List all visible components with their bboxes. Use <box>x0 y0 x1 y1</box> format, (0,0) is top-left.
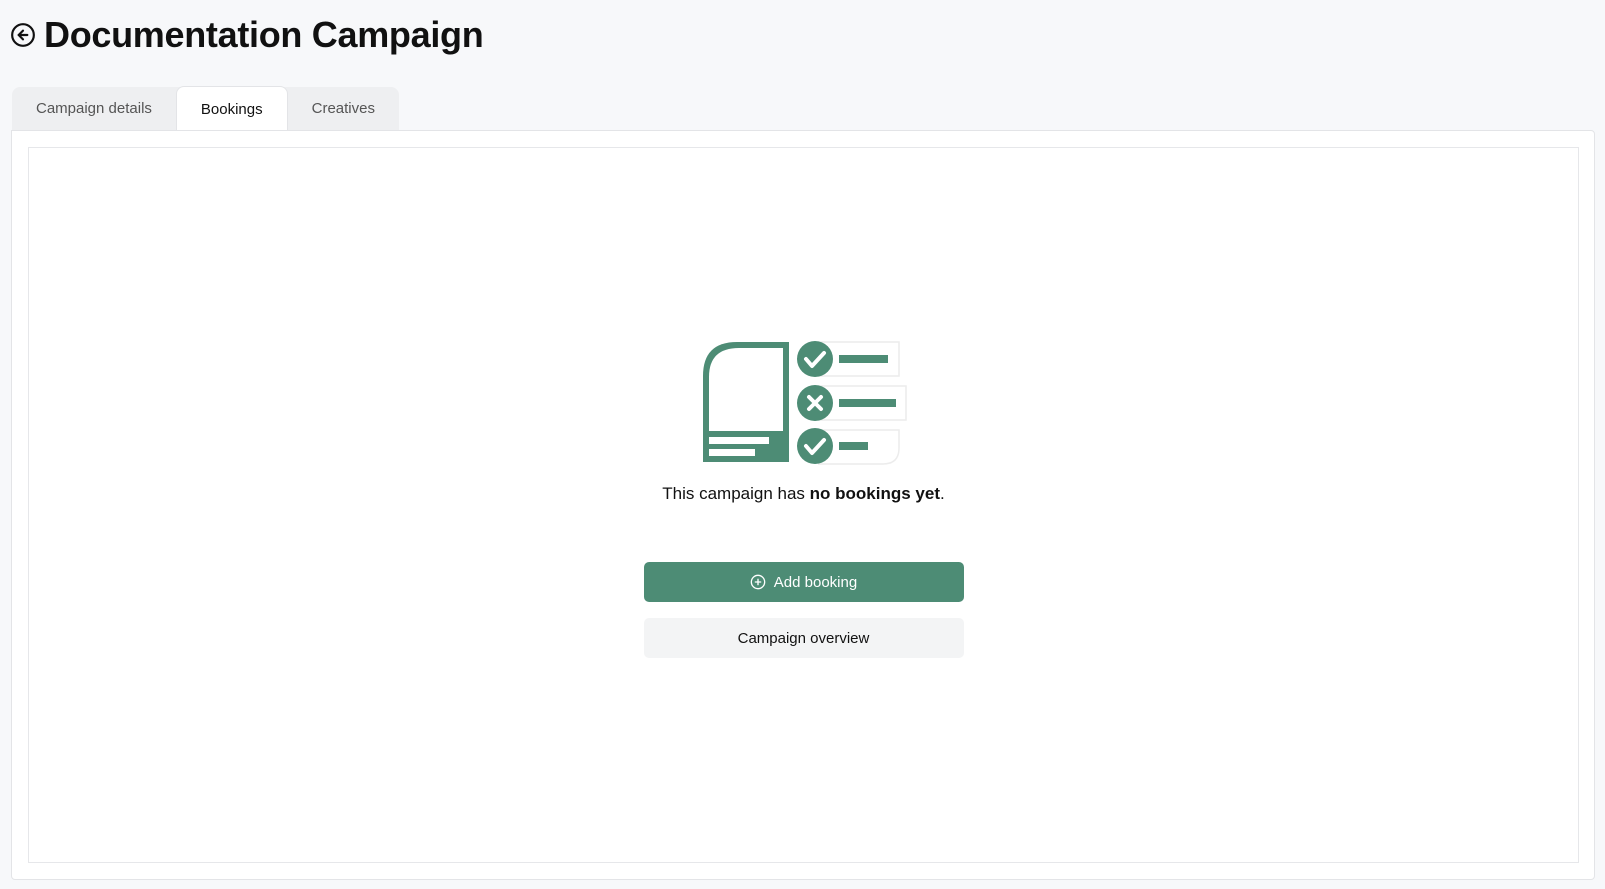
page-header: Documentation Campaign <box>10 12 484 58</box>
empty-message-bold: no bookings yet <box>809 484 940 503</box>
tab-bar: Campaign details Bookings Creatives <box>12 86 399 132</box>
tab-creatives[interactable]: Creatives <box>288 87 399 131</box>
empty-message: This campaign has no bookings yet. <box>662 484 944 504</box>
tab-content-panel: This campaign has no bookings yet. Add b… <box>11 130 1595 880</box>
add-booking-label: Add booking <box>773 573 858 591</box>
empty-message-prefix: This campaign has <box>662 484 810 503</box>
plus-circle-icon <box>750 574 766 590</box>
booking-checklist-illustration <box>702 341 907 465</box>
tab-bookings[interactable]: Bookings <box>175 86 288 132</box>
campaign-overview-button[interactable]: Campaign overview <box>643 618 964 658</box>
back-arrow-icon[interactable] <box>10 22 36 48</box>
tab-campaign-details[interactable]: Campaign details <box>12 87 176 131</box>
empty-state: This campaign has no bookings yet. Add b… <box>29 338 1578 658</box>
page-title: Documentation Campaign <box>44 14 484 55</box>
add-booking-button[interactable]: Add booking <box>643 562 964 602</box>
bookings-panel: This campaign has no bookings yet. Add b… <box>28 147 1579 863</box>
empty-message-suffix: . <box>940 484 945 503</box>
